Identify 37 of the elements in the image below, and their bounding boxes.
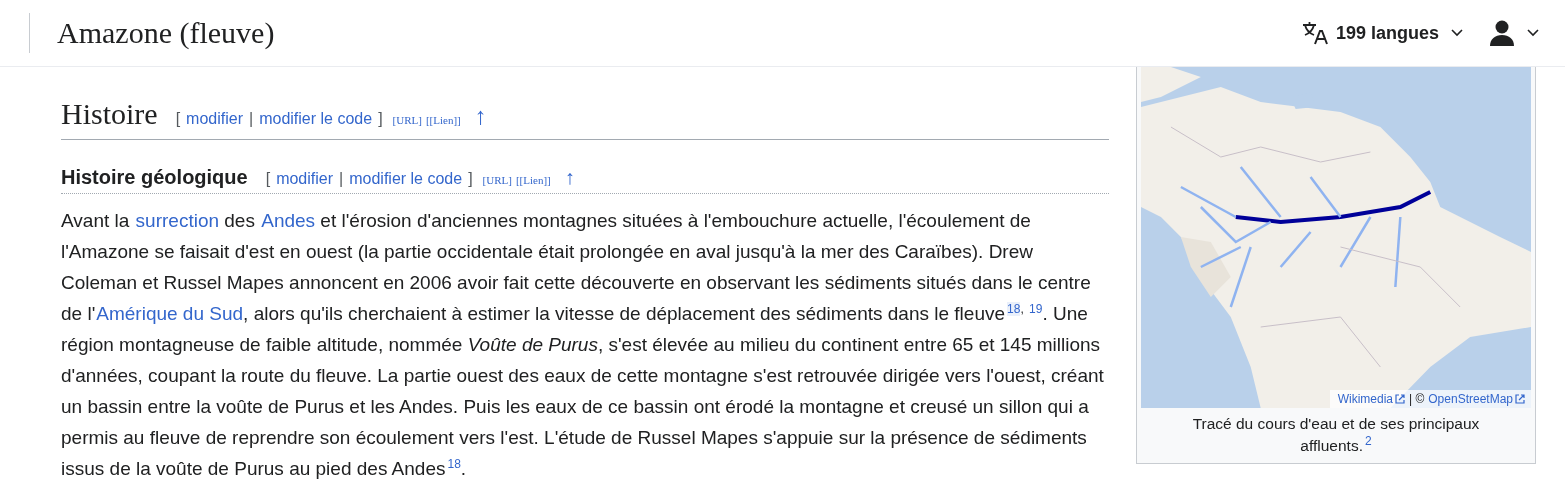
tool-link[interactable]: [URL] <box>392 114 422 126</box>
user-menu-button[interactable] <box>1487 18 1541 48</box>
back-to-top-link[interactable]: ↑ <box>474 102 487 130</box>
tool-link[interactable]: [[Lien]] <box>425 114 461 126</box>
edit-link[interactable]: modifier <box>186 110 243 128</box>
edit-link[interactable]: modifier <box>276 170 334 188</box>
bracket: ] <box>468 170 473 188</box>
separator: | <box>339 170 344 188</box>
reference-link[interactable]: 2 <box>1364 434 1372 448</box>
text-link[interactable]: surrection <box>135 205 219 236</box>
chevron-down-icon <box>1527 29 1539 37</box>
bracket: [ <box>265 170 271 188</box>
tool-link[interactable]: [URL] <box>482 174 512 186</box>
back-to-top-link[interactable]: ↑ <box>564 166 575 189</box>
separator: | <box>249 110 254 128</box>
reference-link[interactable]: 18 <box>447 456 461 471</box>
text-link[interactable]: Andes <box>261 205 316 236</box>
text-link[interactable]: Amérique du Sud <box>96 298 244 329</box>
external-link-icon <box>1515 394 1525 404</box>
reference-link[interactable]: 19 <box>1029 301 1043 316</box>
chevron-down-icon <box>1451 29 1463 37</box>
user-icon <box>1489 20 1515 46</box>
edit-link[interactable]: modifier le code <box>259 110 373 128</box>
languages-button[interactable]: 199 langues <box>1299 19 1465 47</box>
attribution-text: | © <box>1409 392 1425 406</box>
translate-icon <box>1301 21 1328 45</box>
tool-link[interactable]: [[Lien]] <box>515 174 551 186</box>
bracket: ] <box>378 110 383 128</box>
section-heading: Histoire géologique <box>61 166 248 189</box>
section-heading: Histoire <box>61 97 158 131</box>
external-link[interactable]: Wikimedia <box>1337 392 1405 406</box>
figure-caption: Tracé du cours d'eau et de ses principaux affluents.$^{2}$ <box>1191 414 1481 457</box>
page-title: Amazone (fleuve) <box>57 16 275 50</box>
external-link[interactable]: OpenStreetMap <box>1428 392 1525 406</box>
external-link-icon <box>1395 394 1405 404</box>
edit-link[interactable]: modifier le code <box>349 170 463 188</box>
bracket: [ <box>175 110 181 128</box>
